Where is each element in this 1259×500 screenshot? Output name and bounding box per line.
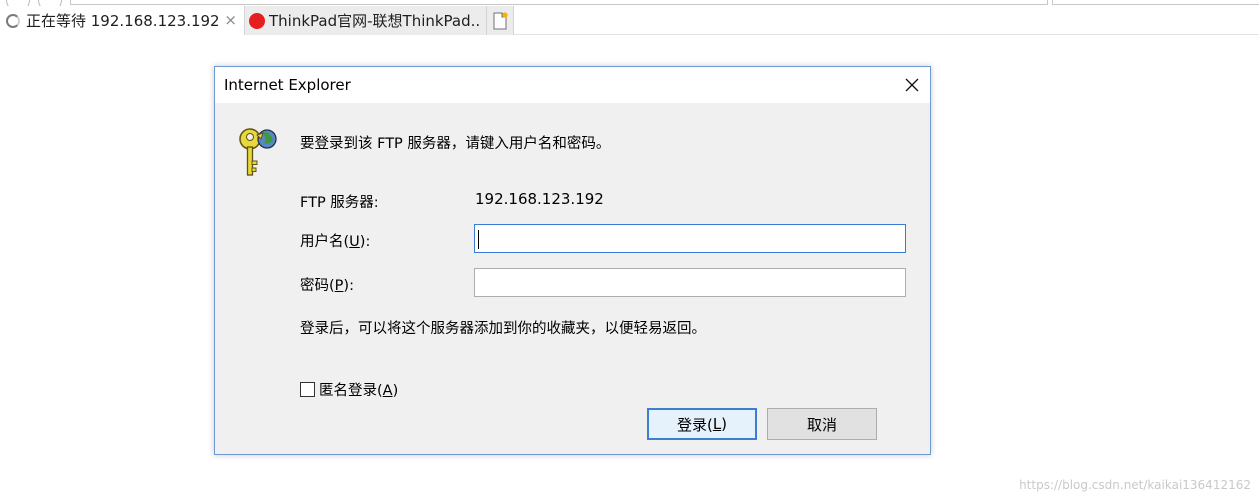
username-input[interactable] — [474, 224, 906, 253]
thinkpad-favicon-icon — [249, 12, 265, 29]
tab-close-icon[interactable]: × — [224, 11, 237, 29]
ftp-keys-icon — [239, 128, 277, 176]
dialog-titlebar[interactable]: Internet Explorer — [215, 67, 930, 103]
password-input[interactable] — [474, 268, 906, 297]
search-box[interactable] — [1052, 0, 1259, 5]
tab-bar-divider — [514, 34, 1259, 35]
tab-thinkpad[interactable]: ThinkPad官网-联想ThinkPad... — [244, 6, 487, 35]
close-icon[interactable] — [900, 73, 924, 97]
anonymous-login-checkbox[interactable]: 匿名登录(A) — [300, 379, 398, 400]
ftp-login-dialog: Internet Explorer 要登录到该 FTP 服务器，请键入用户名和密… — [214, 66, 931, 455]
tab-bar: 正在等待 192.168.123.192 × ThinkPad官网-联想Thin… — [0, 6, 1259, 35]
username-label: 用户名(U): — [300, 234, 371, 250]
dialog-title: Internet Explorer — [224, 76, 351, 94]
cancel-button[interactable]: 取消 — [767, 408, 877, 440]
text-caret — [478, 230, 479, 249]
anonymous-login-label: 匿名登录(A) — [319, 383, 399, 399]
watermark: https://blog.csdn.net/kaikai136412162 — [1019, 478, 1251, 492]
new-tab-button[interactable] — [487, 6, 514, 35]
loading-spinner-icon — [6, 13, 20, 28]
new-tab-icon — [493, 11, 508, 29]
ftp-server-label: FTP 服务器: — [300, 195, 379, 211]
password-label: 密码(P): — [300, 278, 354, 294]
address-bar[interactable] — [70, 0, 1048, 5]
login-button[interactable]: 登录(L) — [647, 408, 757, 440]
login-prompt: 要登录到该 FTP 服务器，请键入用户名和密码。 — [300, 136, 611, 152]
tab-ftp-loading[interactable]: 正在等待 192.168.123.192 × — [0, 6, 243, 35]
tab-title: ThinkPad官网-联想ThinkPad... — [269, 12, 479, 30]
tab-title: 正在等待 192.168.123.192 — [26, 12, 220, 30]
checkbox-box[interactable] — [300, 382, 315, 397]
favorites-note: 登录后，可以将这个服务器添加到你的收藏夹，以便轻易返回。 — [300, 321, 706, 337]
ftp-server-value: 192.168.123.192 — [475, 190, 604, 208]
